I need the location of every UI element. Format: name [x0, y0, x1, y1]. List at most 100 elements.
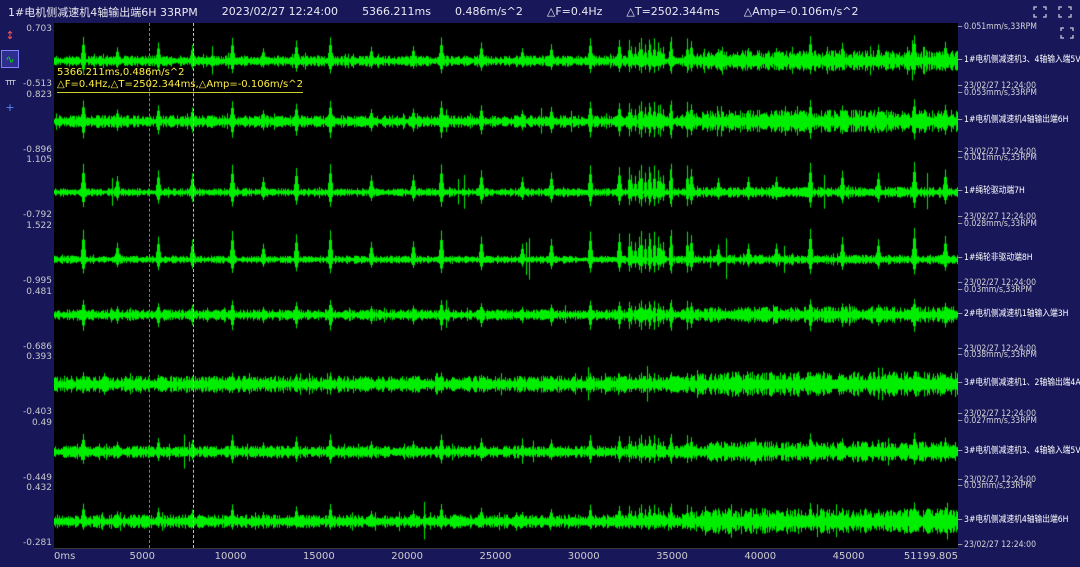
y-scale-min-ch2: -0.896	[23, 145, 52, 155]
channel-rms-ch4-text: 0.028mm/s,33RPM	[964, 219, 1037, 229]
maximize-icon[interactable]	[1055, 4, 1075, 20]
cursor-annotation: 5366.211ms,0.486m/s^2 △F=0.4Hz,△T=2502.3…	[57, 67, 303, 93]
right-axis-tick	[958, 519, 962, 520]
x-tick-0ms: 0ms	[54, 551, 75, 562]
vibration-analyzer-window: 1#电机侧减速机4轴输出端6H 33RPM 2023/02/27 12:24:0…	[0, 0, 1080, 567]
channel-label-column: 0.051mm/s,33RPM1#电机侧减速机3、4轴输入端5V23/02/27…	[958, 23, 1080, 548]
right-axis-tick	[958, 26, 962, 27]
annotation-cursor-readout: 5366.211ms,0.486m/s^2	[57, 67, 303, 79]
channel-name-ch5[interactable]: 2#电机侧减速机1轴输入端3H	[958, 309, 1069, 319]
right-axis-tick	[958, 354, 962, 355]
selected-channel-title: 1#电机侧减速机4轴输出端6H 33RPM	[8, 4, 198, 20]
right-axis-tick	[958, 485, 962, 486]
y-scale-max-ch2: 0.823	[26, 90, 52, 100]
pop-out-icon[interactable]	[1030, 4, 1050, 20]
harmonic-cursor-icon[interactable]: TTT	[1, 74, 19, 92]
channel-name-ch4-text: 1#绳轮非驱动端8H	[964, 253, 1033, 263]
restore-plot-icon[interactable]	[1057, 25, 1077, 41]
y-scale-max-ch4: 1.522	[26, 221, 52, 231]
right-axis-tick	[958, 479, 962, 480]
channel-name-ch2[interactable]: 1#电机侧减速机4轴输出端6H	[958, 115, 1069, 125]
waveform-canvas[interactable]	[54, 23, 958, 548]
y-scale-min-ch7: -0.449	[23, 473, 52, 483]
x-tick-40000: 40000	[744, 551, 776, 562]
channel-name-ch8-text: 3#电机侧减速机4轴输出端6H	[964, 515, 1068, 525]
right-axis-tick	[958, 216, 962, 217]
annotation-delta-readout: △F=0.4Hz,△T=2502.344ms,△Amp=-0.106m/s^2	[57, 79, 303, 93]
x-tick-35000: 35000	[656, 551, 688, 562]
x-tick-10000: 10000	[215, 551, 247, 562]
right-axis-tick	[958, 413, 962, 414]
header-delta-time: △T=2502.344ms	[626, 5, 719, 18]
right-axis-tick	[958, 157, 962, 158]
y-scale-column: 0.703 -0.5130.823 -0.8961.105 -0.7921.522 -0…	[20, 23, 54, 548]
x-tick-45000: 45000	[833, 551, 865, 562]
x-tick-25000: 25000	[480, 551, 512, 562]
right-axis-tick	[958, 223, 962, 224]
right-axis-tick	[958, 282, 962, 283]
channel-rms-ch3-text: 0.041mm/s,33RPM	[964, 153, 1037, 163]
x-tick-5000: 5000	[130, 551, 155, 562]
right-axis-tick	[958, 119, 962, 120]
harmonic-cursor-icon-glyph: TTT	[5, 79, 15, 87]
pan-vertical-icon-glyph: ↕	[5, 29, 14, 42]
channel-rms-ch3: 0.041mm/s,33RPM	[958, 153, 1037, 163]
y-scale-min-ch3: -0.792	[23, 210, 52, 220]
x-tick-30000: 30000	[568, 551, 600, 562]
right-axis-tick	[958, 313, 962, 314]
right-axis-tick	[958, 420, 962, 421]
right-axis-tick	[958, 151, 962, 152]
y-scale-max-ch1: 0.703	[26, 24, 52, 34]
channel-rms-ch5-text: 0.03mm/s,33RPM	[964, 285, 1032, 295]
channel-name-ch7-text: 3#电机侧减速机3、4轴输入端5V	[964, 446, 1080, 456]
waveform-tool-icon[interactable]: ∿	[1, 50, 19, 68]
y-scale-min-ch5: -0.686	[23, 342, 52, 352]
right-axis-tick	[958, 257, 962, 258]
y-scale-max-ch5: 0.481	[26, 287, 52, 297]
right-axis-tick	[958, 92, 962, 93]
channel-name-ch6[interactable]: 3#电机侧减速机1、2轴输出端4A	[958, 378, 1080, 388]
right-axis-tick	[958, 544, 962, 545]
waveform-tool-icon-glyph: ∿	[5, 53, 14, 66]
channel-rms-ch5: 0.03mm/s,33RPM	[958, 285, 1032, 295]
channel-name-ch8[interactable]: 3#电机侧减速机4轴输出端6H	[958, 515, 1069, 525]
y-scale-max-ch3: 1.105	[26, 155, 52, 165]
channel-rms-ch6-text: 0.038mm/s,33RPM	[964, 350, 1037, 360]
right-axis-tick	[958, 190, 962, 191]
channel-rms-ch7-text: 0.027mm/s,33RPM	[964, 416, 1037, 426]
x-tick-51199.805: 51199.805	[904, 551, 958, 562]
channel-name-ch4[interactable]: 1#绳轮非驱动端8H	[958, 253, 1033, 263]
delta-cursor-line[interactable]	[193, 23, 194, 548]
y-scale-max-ch7: 0.49	[32, 418, 52, 428]
channel-name-ch1[interactable]: 1#电机侧减速机3、4轴输入端5V	[958, 55, 1080, 65]
y-scale-max-ch6: 0.393	[26, 352, 52, 362]
channel-name-ch6-text: 3#电机侧减速机1、2轴输出端4A	[964, 378, 1080, 388]
channel-name-ch2-text: 1#电机侧减速机4轴输出端6H	[964, 115, 1068, 125]
primary-cursor-line[interactable]	[149, 23, 150, 548]
channel-rms-ch2-text: 0.053mm/s,33RPM	[964, 88, 1037, 98]
move-tool-icon[interactable]: +	[1, 98, 19, 116]
right-axis-tick	[958, 382, 962, 383]
channel-name-ch3-text: 1#绳轮驱动端7H	[964, 186, 1025, 196]
move-tool-icon-glyph: +	[5, 101, 14, 114]
right-axis-tick	[958, 59, 962, 60]
channel-name-ch5-text: 2#电机侧减速机1轴输入端3H	[964, 309, 1068, 319]
y-scale-min-ch1: -0.513	[23, 79, 52, 89]
header-delta-amplitude: △Amp=-0.106m/s^2	[744, 5, 859, 18]
y-scale-min-ch4: -0.995	[23, 276, 52, 286]
right-axis-tick	[958, 289, 962, 290]
tool-sidebar: ↕ ∿ TTT +	[0, 23, 20, 567]
x-tick-20000: 20000	[391, 551, 423, 562]
channel-rms-ch6: 0.038mm/s,33RPM	[958, 350, 1037, 360]
channel-name-ch3[interactable]: 1#绳轮驱动端7H	[958, 186, 1025, 196]
right-axis-tick	[958, 348, 962, 349]
header-delta-frequency: △F=0.4Hz	[547, 5, 603, 18]
right-axis-tick	[958, 85, 962, 86]
header-cursor-time: 5366.211ms	[362, 5, 431, 18]
pan-vertical-icon[interactable]: ↕	[1, 26, 19, 44]
x-axis: 0ms5000100001500020000250003000035000400…	[20, 548, 1080, 567]
waveform-plot[interactable]: 5366.211ms,0.486m/s^2 △F=0.4Hz,△T=2502.3…	[54, 23, 958, 549]
header-datetime: 2023/02/27 12:24:00	[222, 5, 338, 18]
channel-name-ch7[interactable]: 3#电机侧减速机3、4轴输入端5V	[958, 446, 1080, 456]
y-scale-max-ch8: 0.432	[26, 483, 52, 493]
